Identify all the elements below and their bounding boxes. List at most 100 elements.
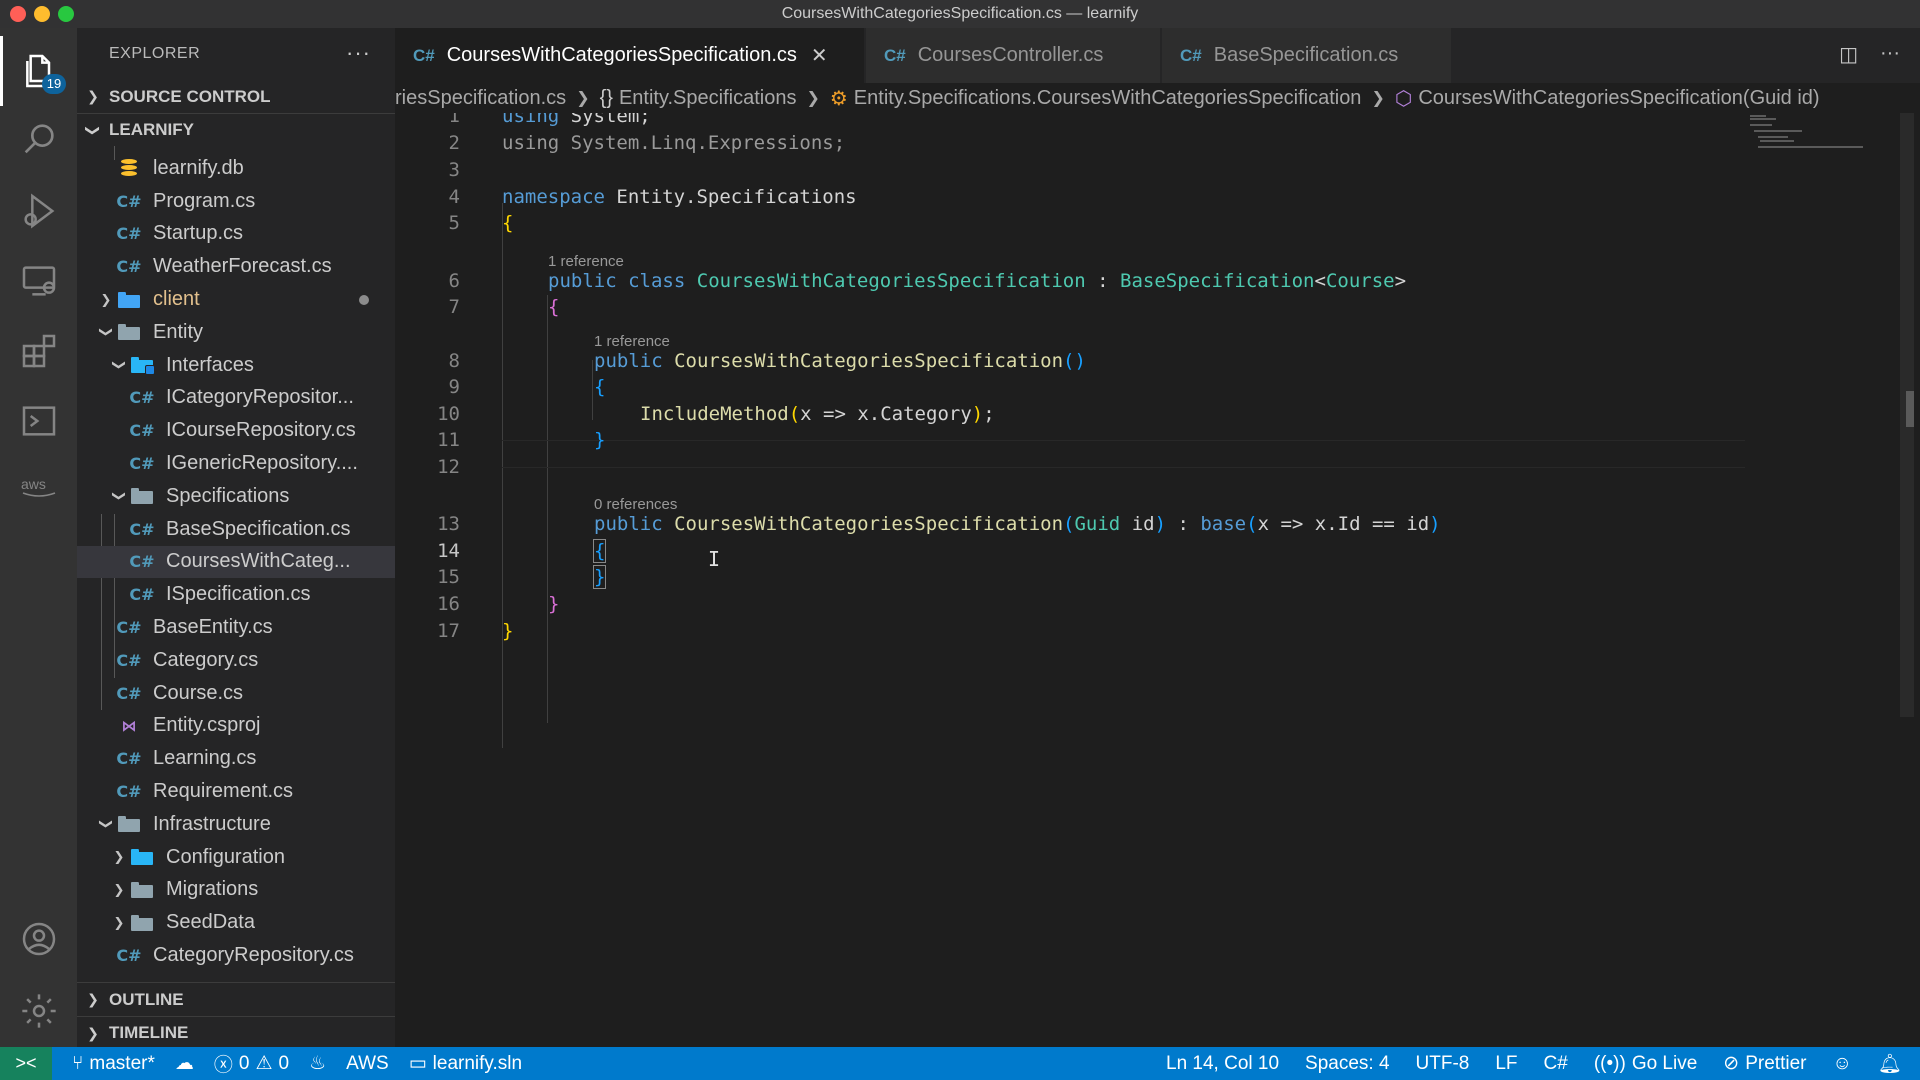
tree-file-baseentity[interactable]: C# BaseEntity.cs [77, 611, 395, 644]
aws-icon[interactable]: aws [16, 464, 62, 510]
outline-section[interactable]: ❯ OUTLINE [77, 983, 395, 1016]
double-check-icon: ⊘ [1723, 1053, 1740, 1074]
tree-folder-client[interactable]: ❯ client [77, 283, 395, 316]
more-actions-icon[interactable]: ··· [346, 40, 371, 66]
code-line: 8 public CoursesWithCategoriesSpecificat… [395, 348, 1745, 375]
chevron-right-icon: ❯ [100, 291, 112, 307]
tree-file-startup[interactable]: C# Startup.cs [77, 218, 395, 251]
chevron-down-icon: ❯ [99, 818, 114, 830]
encoding[interactable]: UTF-8 [1416, 1053, 1470, 1075]
warning-icon: ⚠ [255, 1053, 273, 1074]
tree-file-requirement[interactable]: C# Requirement.cs [77, 775, 395, 808]
tree-file-basespecification[interactable]: C# BaseSpecification.cs [77, 513, 395, 546]
csharp-icon: C# [116, 782, 142, 802]
tree-file-learning[interactable]: C# Learning.cs [77, 742, 395, 775]
code-line: 9 { [395, 374, 1745, 401]
tree-file-igenericrepository[interactable]: C# IGenericRepository.... [77, 447, 395, 480]
tree-file-courseswithcategories[interactable]: C# CoursesWithCateg... [77, 545, 395, 579]
tree-file-categoryrepository[interactable]: C# CategoryRepository.cs [77, 939, 395, 972]
file-label: ICategoryRepositor... [166, 386, 354, 409]
tab-coursescontroller[interactable]: C# CoursesController.cs [866, 28, 1161, 83]
run-debug-icon[interactable] [16, 188, 62, 234]
tree-folder-entity[interactable]: ❯ Entity [77, 316, 395, 349]
problems[interactable]: ⓧ 0 ⚠ 0 [214, 1050, 289, 1077]
go-live-label: Go Live [1631, 1052, 1698, 1074]
settings-gear-icon[interactable] [16, 988, 62, 1034]
code-editor[interactable]: 1 using System; 2 using System.Linq.Expr… [395, 113, 1920, 1047]
tree-file-course[interactable]: C# Course.cs [77, 677, 395, 710]
split-editor-icon[interactable]: ◫ [1839, 42, 1858, 67]
tree-file-entity-csproj[interactable]: ⋈ Entity.csproj [77, 710, 395, 743]
remote-explorer-icon[interactable] [16, 258, 62, 304]
breadcrumb-member[interactable]: CoursesWithCategoriesSpecification(Guid … [1418, 87, 1819, 110]
git-branch[interactable]: ⑂ master* [72, 1053, 155, 1075]
tree-folder-specifications[interactable]: ❯ Specifications [77, 480, 395, 513]
csharp-icon: C# [116, 224, 142, 244]
tree-folder-infrastructure[interactable]: ❯ Infrastructure [77, 808, 395, 841]
workspace-section[interactable]: ❯ LEARNIFY [77, 113, 395, 146]
file-label: BaseEntity.cs [153, 616, 273, 639]
sync-icon[interactable]: ☁ [175, 1052, 194, 1075]
tree-file-category[interactable]: C# Category.cs [77, 644, 395, 677]
line-number: 3 [448, 159, 460, 182]
breadcrumb-namespace[interactable]: Entity.Specifications [619, 87, 797, 110]
code-line: 7 { [395, 294, 1745, 321]
chevron-right-icon: ❯ [1371, 90, 1385, 107]
csharp-icon: C# [116, 749, 142, 769]
csharp-icon: C# [413, 45, 435, 65]
file-label: ISpecification.cs [166, 583, 311, 606]
explorer-sidebar: EXPLORER ··· ❯ SOURCE CONTROL ❯ LEARNIFY… [77, 28, 395, 1047]
code-line: 10 IncludeMethod(x => x.Category); [395, 401, 1745, 428]
feedback-icon[interactable]: ☺ [1832, 1053, 1851, 1075]
remote-indicator-icon[interactable]: >< [0, 1047, 52, 1080]
tree-file-weatherforecast[interactable]: C# WeatherForecast.cs [77, 250, 395, 283]
timeline-section[interactable]: ❯ TIMELINE [77, 1016, 395, 1047]
language-mode[interactable]: C# [1544, 1053, 1568, 1075]
tab-courseswithcategoriesspecification[interactable]: C# CoursesWithCategoriesSpecification.cs… [395, 28, 865, 83]
minimap[interactable] [1750, 113, 1865, 153]
solution-label: learnify.sln [432, 1052, 523, 1074]
scrollbar-thumb[interactable] [1906, 391, 1914, 427]
folder-icon [117, 291, 141, 308]
solution-status[interactable]: ▭ learnify.sln [409, 1052, 522, 1075]
tree-folder-migrations[interactable]: ❯ Migrations [77, 874, 395, 907]
section-label: LEARNIFY [109, 120, 194, 139]
line-number: 14 [437, 540, 460, 563]
explorer-icon[interactable]: 19 [16, 48, 66, 94]
database-icon [117, 159, 141, 177]
tree-file-program[interactable]: C# Program.cs [77, 185, 395, 218]
tree-folder-configuration[interactable]: ❯ Configuration [77, 841, 395, 874]
tree-file-icategoryrepository[interactable]: C# ICategoryRepositor... [77, 382, 395, 415]
end-of-line[interactable]: LF [1495, 1053, 1517, 1075]
csharp-icon: C# [884, 45, 906, 65]
file-label: ICourseRepository.cs [166, 419, 356, 442]
code-line: 12 [395, 454, 1745, 481]
extensions-icon[interactable] [16, 328, 62, 374]
go-live-button[interactable]: ((•)) Go Live [1594, 1053, 1697, 1075]
indentation[interactable]: Spaces: 4 [1305, 1053, 1390, 1075]
tree-file-ispecification[interactable]: C# ISpecification.cs [77, 578, 395, 611]
tree-file-learnify-db[interactable]: learnify.db [77, 152, 395, 185]
file-label: Startup.cs [153, 222, 244, 245]
code-line: 16 } [395, 591, 1745, 618]
line-number: 15 [437, 566, 460, 589]
breadcrumb-class[interactable]: Entity.Specifications.CoursesWithCategor… [854, 87, 1362, 110]
tab-basespecification[interactable]: C# BaseSpecification.cs [1162, 28, 1452, 83]
account-icon[interactable] [16, 916, 62, 962]
tree-file-icourserepository[interactable]: C# ICourseRepository.cs [77, 414, 395, 447]
search-icon[interactable] [16, 116, 62, 162]
folder-label: Infrastructure [153, 812, 271, 835]
cursor-position[interactable]: Ln 14, Col 10 [1166, 1053, 1279, 1075]
flame-icon[interactable]: ♨ [309, 1052, 326, 1075]
source-control-section[interactable]: ❯ SOURCE CONTROL [77, 80, 395, 113]
aws-status[interactable]: AWS [346, 1053, 389, 1075]
chevron-right-icon: ❯ [806, 90, 820, 107]
breadcrumb-file[interactable]: riesSpecification.cs [395, 87, 566, 110]
tree-folder-interfaces[interactable]: ❯ Interfaces [77, 349, 395, 382]
tree-folder-seeddata[interactable]: ❯ SeedData [77, 906, 395, 939]
close-icon[interactable]: ✕ [811, 43, 828, 68]
prettier-button[interactable]: ⊘ Prettier [1723, 1052, 1806, 1075]
more-actions-icon[interactable]: ··· [1880, 42, 1900, 67]
terminal-icon[interactable] [16, 398, 62, 444]
notifications-bell-icon[interactable]: 🔔︎ [1878, 1052, 1902, 1076]
